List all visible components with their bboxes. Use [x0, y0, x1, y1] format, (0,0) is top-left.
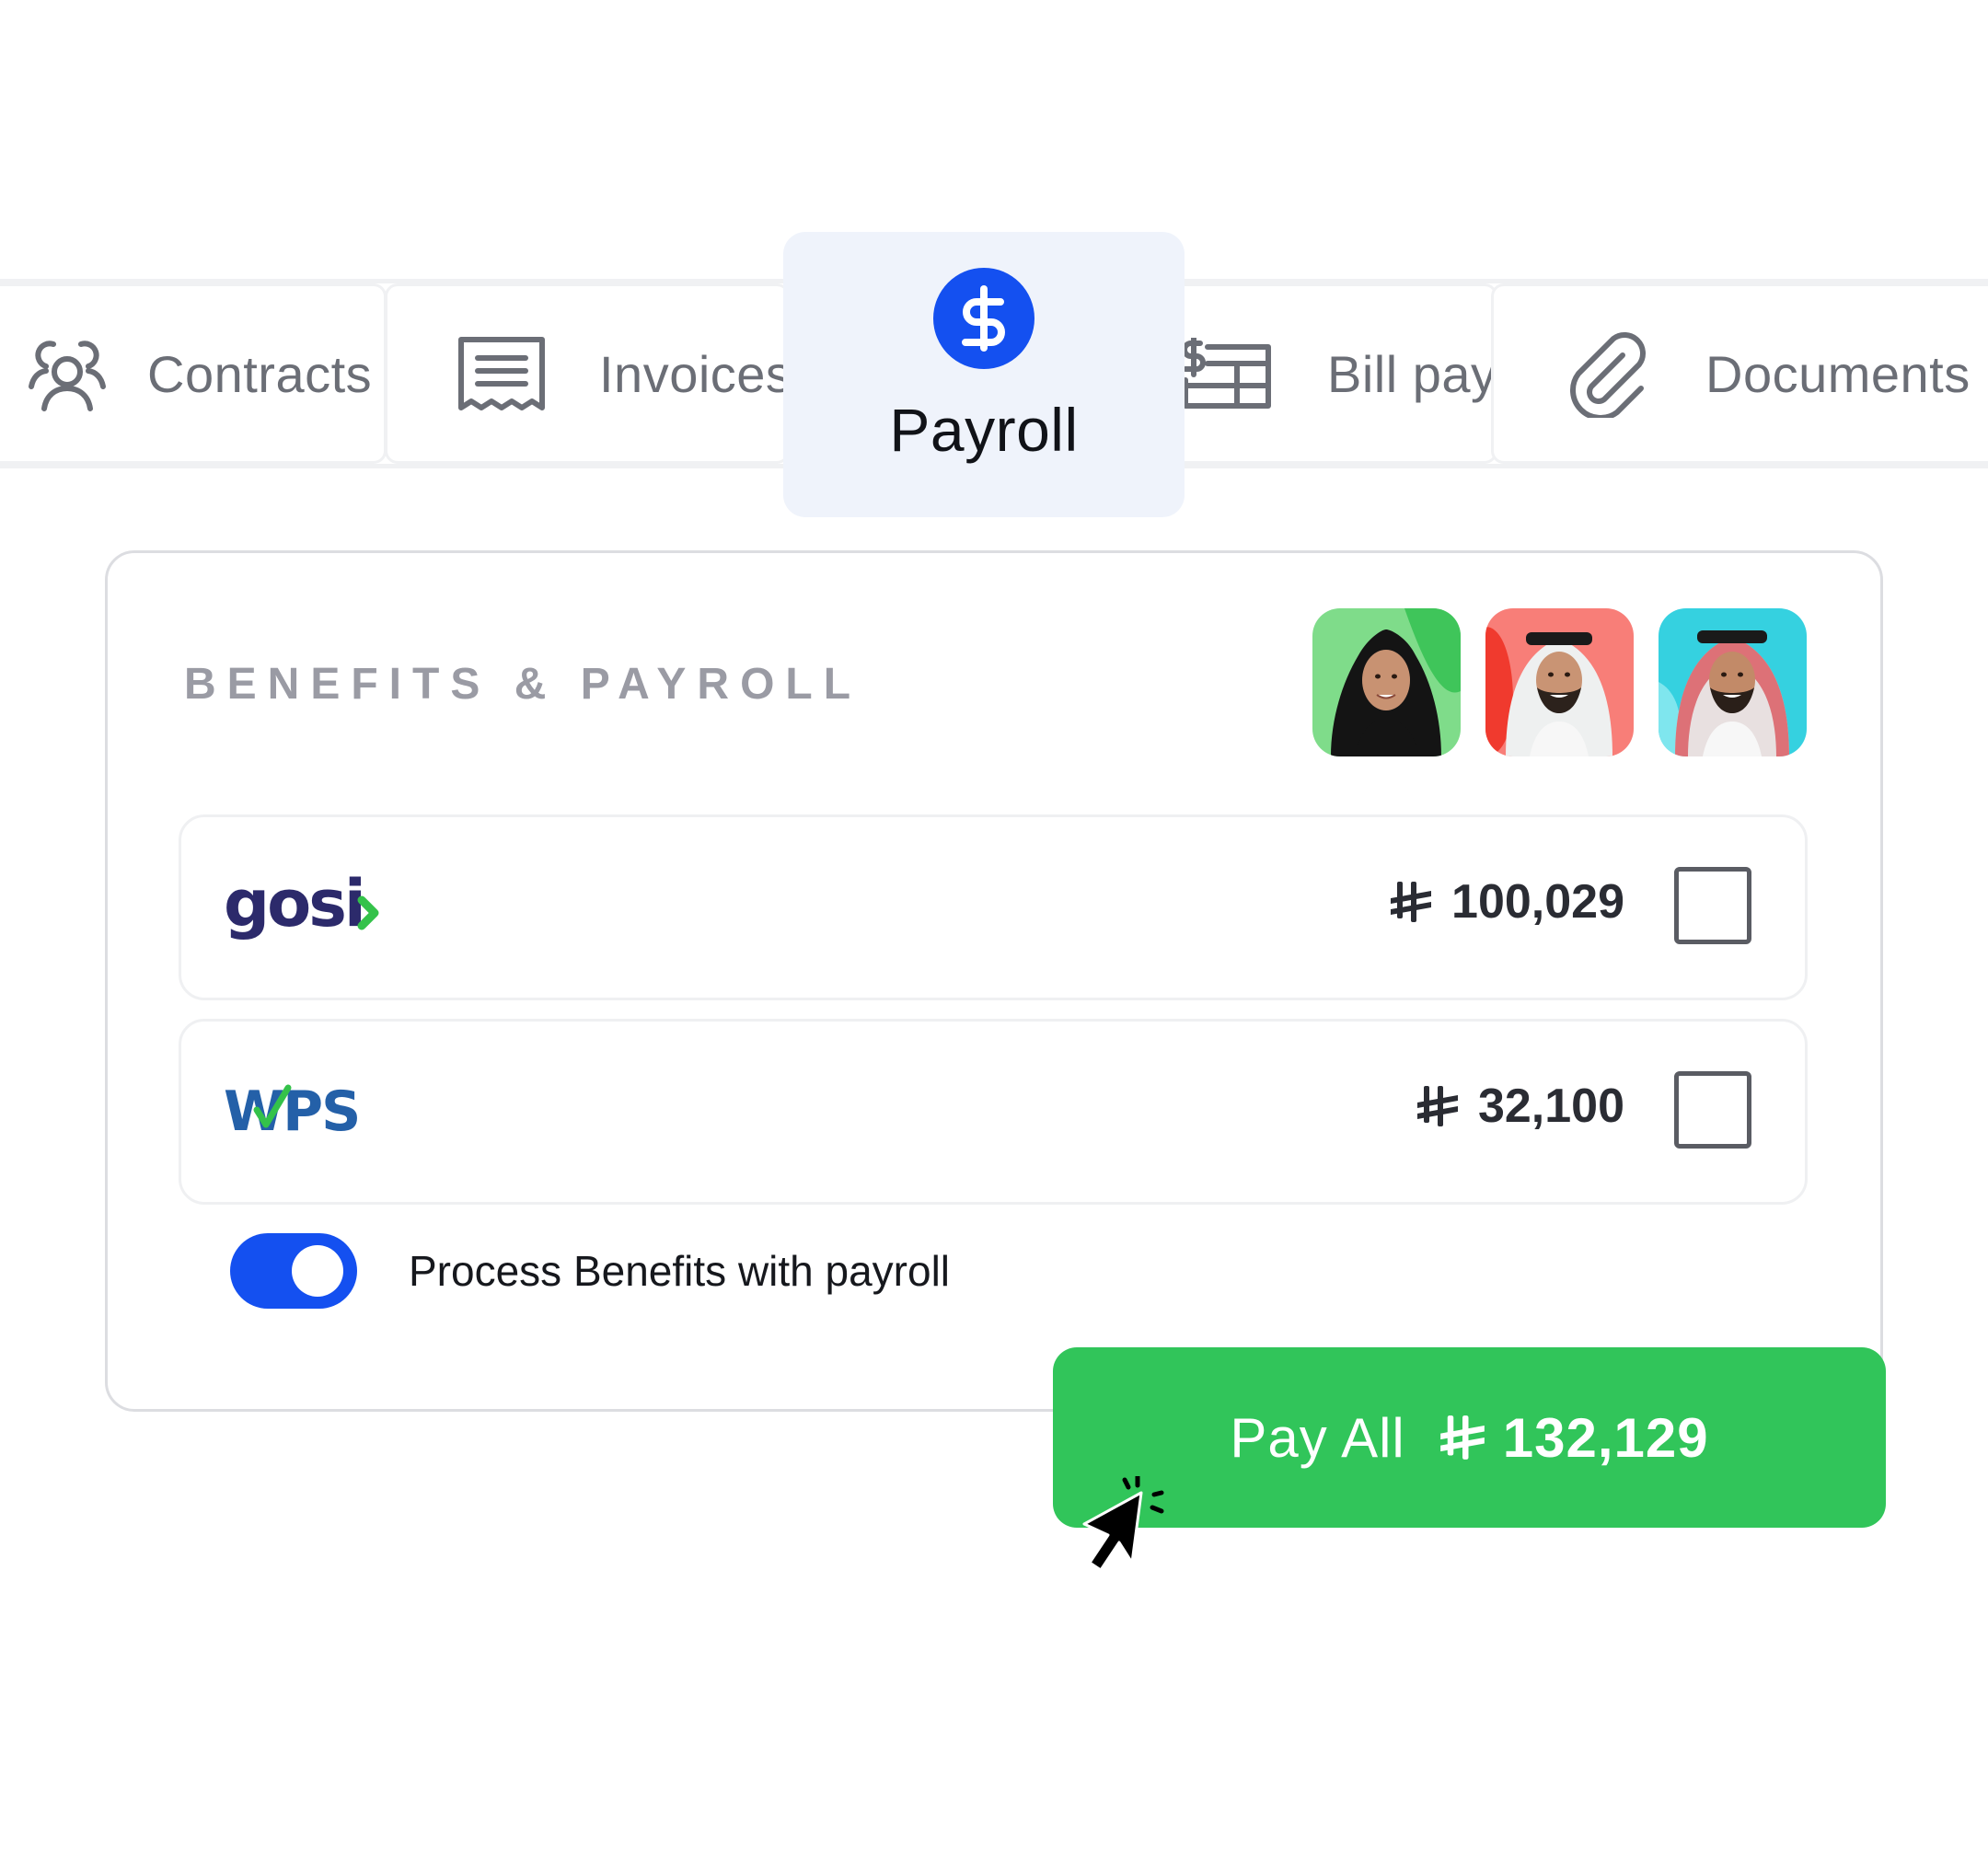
process-benefits-toggle[interactable] [230, 1233, 357, 1309]
riyal-icon [1416, 1086, 1458, 1126]
gosi-logo: gosi [224, 863, 399, 960]
avatar [1485, 608, 1634, 756]
riyal-icon [1439, 1415, 1485, 1460]
pay-all-label: Pay All [1230, 1406, 1405, 1469]
paperclip-icon [1566, 329, 1648, 418]
svg-text:gosi: gosi [224, 866, 364, 941]
section-title: BENEFITS & PAYROLL [184, 660, 862, 709]
svg-text:WPS: WPS [224, 1082, 359, 1141]
amount-value: 32,100 [1477, 1080, 1624, 1133]
dollar-icon [933, 268, 1034, 369]
amount-value: 100,029 [1451, 875, 1624, 929]
users-icon [7, 335, 127, 412]
wps-logo: WPS [224, 1080, 380, 1146]
tab-label: Payroll [889, 396, 1079, 464]
tab-label: Bill pay [1327, 344, 1497, 403]
tab-documents[interactable]: Documents [1491, 283, 1988, 464]
wps-amount: 32,100 [1416, 1079, 1624, 1134]
pay-all-amount: 132,129 [1439, 1406, 1709, 1470]
tab-label: Invoices [599, 344, 790, 403]
process-benefits-toggle-row: Process Benefits with payroll [230, 1233, 950, 1309]
tab-invoices[interactable]: Invoices [385, 283, 790, 464]
toggle-knob [292, 1245, 343, 1297]
tab-label: Contracts [147, 344, 373, 403]
tab-contracts[interactable]: Contracts [0, 283, 387, 464]
wps-checkbox[interactable] [1674, 1071, 1751, 1149]
tab-payroll[interactable]: Payroll [783, 232, 1185, 517]
gosi-checkbox[interactable] [1674, 867, 1751, 944]
gosi-row: gosi 100,029 [179, 814, 1808, 1000]
avatar-group [1312, 608, 1807, 756]
riyal-icon [1391, 882, 1432, 922]
avatar [1312, 608, 1461, 756]
tab-label: Documents [1705, 344, 1971, 403]
toggle-label: Process Benefits with payroll [409, 1247, 951, 1295]
avatar [1659, 608, 1807, 756]
receipt-icon [457, 336, 546, 411]
bill-list-icon [1180, 338, 1272, 410]
click-cursor-icon [1077, 1473, 1178, 1584]
wps-row: WPS 32,100 [179, 1019, 1808, 1205]
gosi-amount: 100,029 [1389, 874, 1624, 930]
amount-value: 132,129 [1502, 1406, 1709, 1469]
